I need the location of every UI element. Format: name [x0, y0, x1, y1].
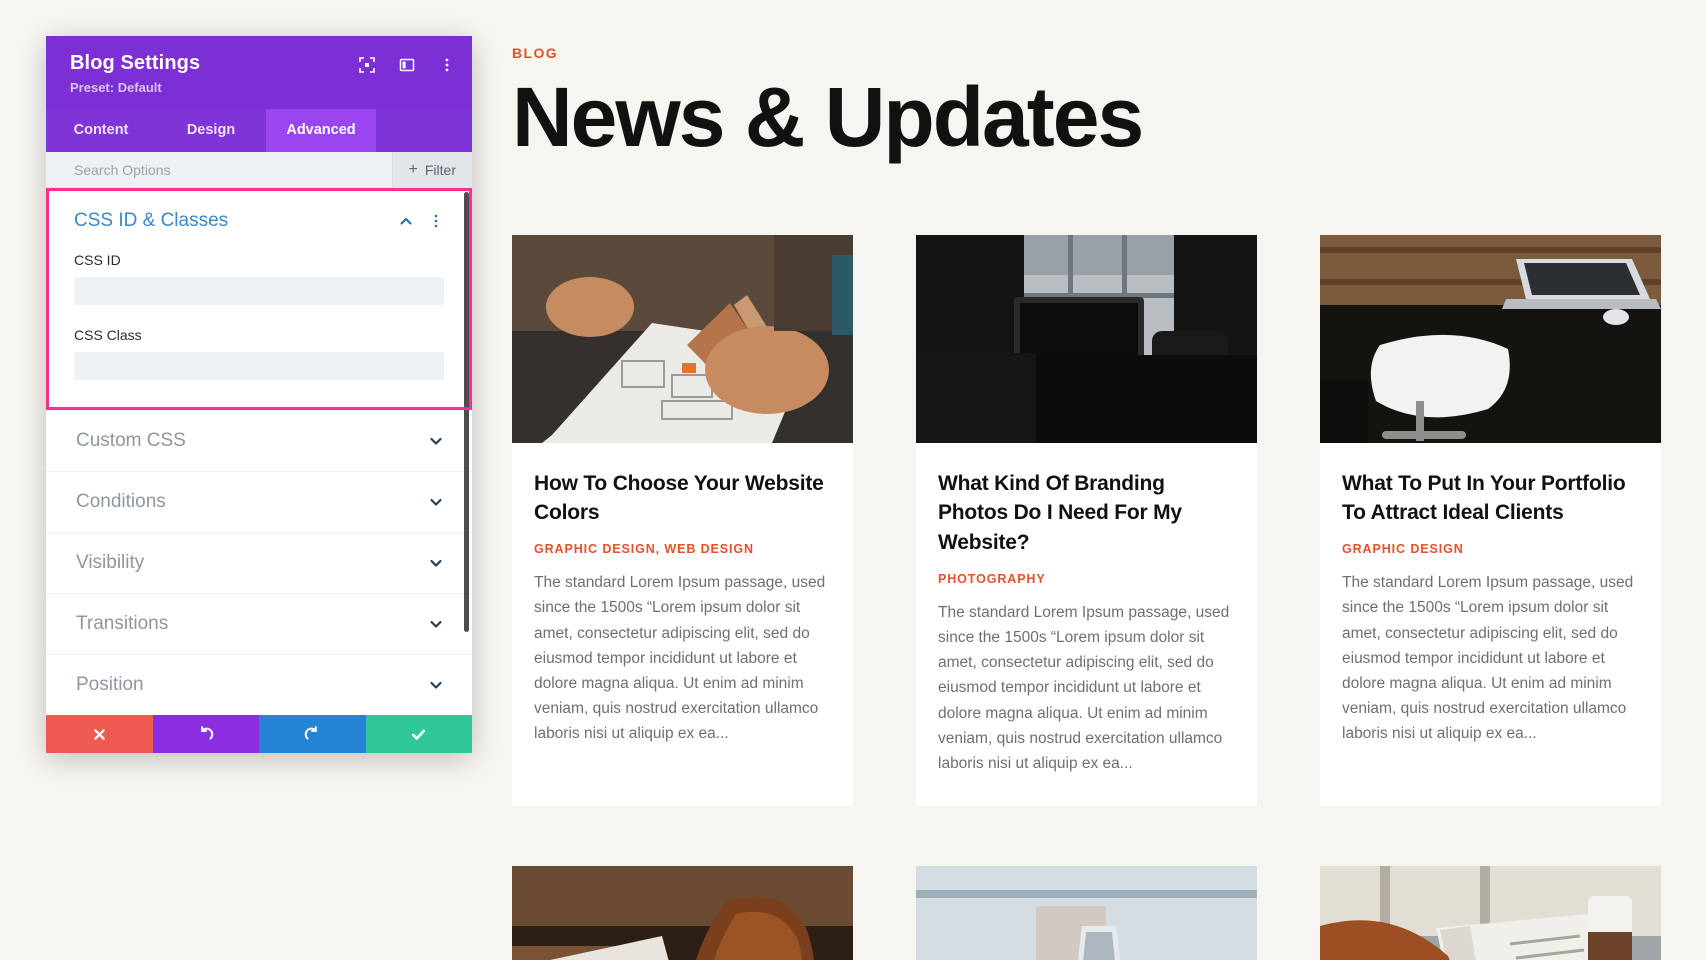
css-id-label: CSS ID [74, 252, 121, 268]
panel-header: Blog Settings Preset: Default [46, 36, 472, 109]
panel-scrollbar-thumb[interactable] [464, 192, 469, 632]
group-title: Conditions [76, 491, 166, 512]
blog-post-card[interactable] [1320, 865, 1661, 960]
post-title[interactable]: What Kind Of Branding Photos Do I Need F… [938, 469, 1235, 558]
tab-content[interactable]: Content [46, 109, 156, 152]
blog-page-content: BLOG News & Updates How To Choose Your W… [512, 0, 1706, 960]
post-body: What Kind Of Branding Photos Do I Need F… [916, 443, 1257, 806]
undo-button[interactable] [152, 715, 259, 753]
css-class-input[interactable] [74, 352, 444, 380]
blog-post-grid: How To Choose Your Website Colors GRAPHI… [512, 234, 1706, 960]
tab-advanced[interactable]: Advanced [266, 109, 376, 152]
page-eyebrow: BLOG [512, 45, 559, 61]
search-bar: + Filter [46, 152, 472, 188]
post-thumbnail[interactable] [512, 234, 853, 443]
group-visibility[interactable]: Visibility [46, 532, 472, 593]
post-thumbnail[interactable] [512, 865, 853, 960]
post-excerpt: The standard Lorem Ipsum passage, used s… [1342, 574, 1634, 742]
css-id-input[interactable] [74, 277, 444, 305]
undo-icon [198, 726, 214, 742]
tabs-spacer [376, 109, 472, 152]
css-class-label: CSS Class [74, 327, 142, 343]
close-icon [92, 727, 107, 742]
group-conditions[interactable]: Conditions [46, 471, 472, 532]
group-title: Custom CSS [76, 430, 186, 451]
post-thumbnail[interactable] [916, 865, 1257, 960]
group-title: Position [76, 674, 144, 695]
post-title[interactable]: How To Choose Your Website Colors [534, 469, 831, 529]
cancel-button[interactable] [46, 715, 153, 753]
panel-action-bar [46, 715, 472, 753]
group-custom-css[interactable]: Custom CSS [46, 410, 472, 471]
post-categories[interactable]: GRAPHIC DESIGN, WEB DESIGN [534, 542, 831, 556]
check-icon [410, 726, 427, 743]
filter-button-label: Filter [424, 161, 456, 178]
tab-design[interactable]: Design [156, 109, 266, 152]
chevron-down-icon[interactable] [428, 677, 444, 693]
redo-button[interactable] [259, 715, 366, 753]
group-header-icons [398, 213, 444, 229]
chevron-up-icon[interactable] [398, 213, 414, 229]
filter-button[interactable]: + Filter [391, 152, 472, 187]
panel-header-icons [358, 56, 456, 74]
layout-panel-icon[interactable] [398, 56, 416, 74]
group-position[interactable]: Position [46, 654, 472, 715]
blog-post-card[interactable]: What To Put In Your Portfolio To Attract… [1320, 234, 1661, 806]
redo-icon [304, 726, 320, 742]
more-vertical-icon[interactable] [438, 56, 456, 74]
group-title: CSS ID & Classes [74, 210, 229, 231]
blog-post-card[interactable]: What Kind Of Branding Photos Do I Need F… [916, 234, 1257, 806]
blog-settings-panel[interactable]: Blog Settings Preset: Default Content De… [46, 36, 472, 753]
panel-tabs: Content Design Advanced [46, 109, 472, 152]
post-title[interactable]: What To Put In Your Portfolio To Attract… [1342, 469, 1639, 529]
panel-body: CSS ID & Classes CSS ID CSS Class Custom… [46, 188, 472, 715]
blog-post-card[interactable] [512, 865, 853, 960]
chevron-down-icon[interactable] [428, 433, 444, 449]
blog-post-card[interactable]: How To Choose Your Website Colors GRAPHI… [512, 234, 853, 806]
page-title: News & Updates [512, 70, 1144, 164]
chevron-down-icon[interactable] [428, 555, 444, 571]
chevron-down-icon[interactable] [428, 616, 444, 632]
post-thumbnail[interactable] [916, 234, 1257, 443]
group-css-id-and-classes: CSS ID & Classes CSS ID CSS Class [46, 188, 472, 410]
post-excerpt: The standard Lorem Ipsum passage, used s… [534, 574, 826, 742]
chevron-down-icon[interactable] [428, 494, 444, 510]
post-thumbnail[interactable] [1320, 865, 1661, 960]
post-thumbnail[interactable] [1320, 234, 1661, 443]
fullscreen-icon[interactable] [358, 56, 376, 74]
post-categories[interactable]: PHOTOGRAPHY [938, 572, 1235, 586]
group-title: Visibility [76, 552, 145, 573]
blog-post-card[interactable] [916, 865, 1257, 960]
screen: BLOG News & Updates How To Choose Your W… [0, 0, 1706, 960]
group-header[interactable]: CSS ID & Classes [74, 210, 444, 232]
more-vertical-icon[interactable] [428, 213, 444, 229]
save-button[interactable] [365, 715, 472, 753]
group-transitions[interactable]: Transitions [46, 593, 472, 654]
search-input[interactable] [46, 152, 392, 187]
plus-icon: + [408, 160, 418, 178]
post-excerpt: The standard Lorem Ipsum passage, used s… [938, 604, 1230, 772]
panel-preset-selector[interactable]: Preset: Default [70, 80, 454, 95]
post-body: What To Put In Your Portfolio To Attract… [1320, 443, 1661, 776]
group-title: Transitions [76, 613, 169, 634]
post-body: How To Choose Your Website Colors GRAPHI… [512, 443, 853, 776]
post-categories[interactable]: GRAPHIC DESIGN [1342, 542, 1639, 556]
